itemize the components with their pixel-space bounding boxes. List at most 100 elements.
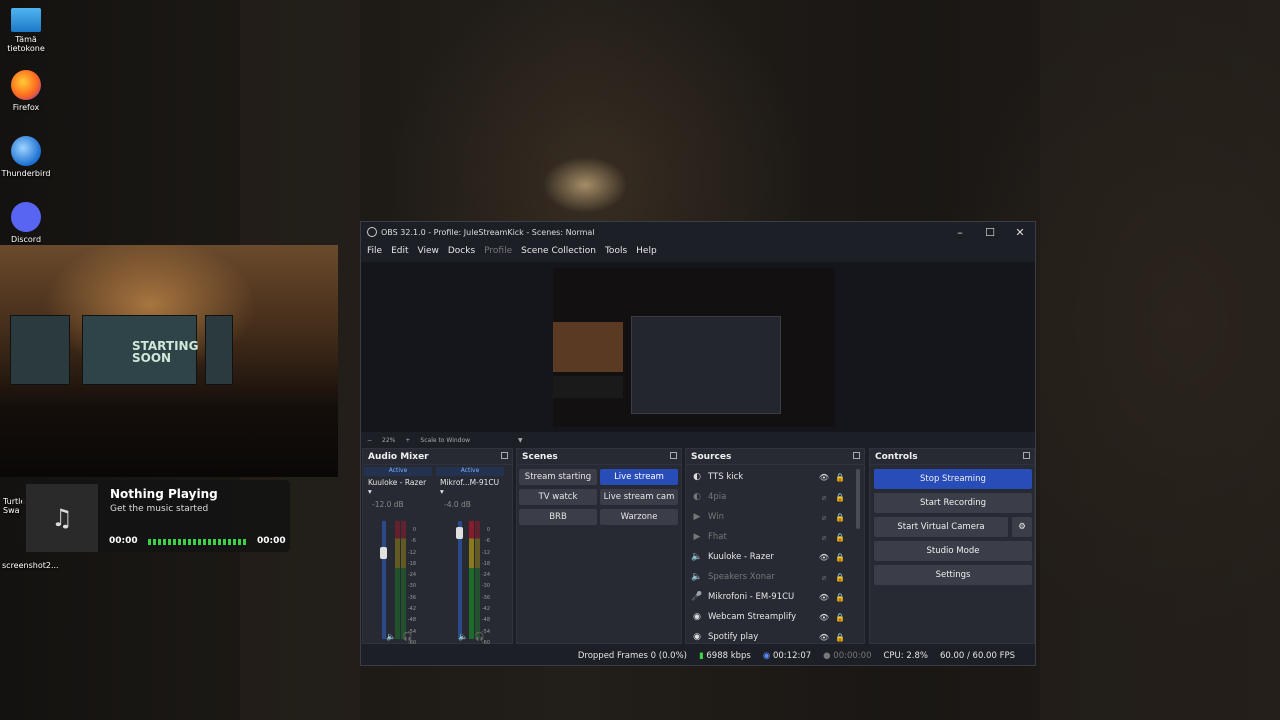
source-row[interactable]: ◐ 4pia ⌀ 🔒 bbox=[690, 487, 848, 507]
source-row[interactable]: ▶ Win ⌀ 🔒 bbox=[690, 507, 848, 527]
audio-mixer-dock: Audio Mixer Active Kuuloke - Razer ▾ -12… bbox=[362, 448, 513, 646]
eye-off-icon[interactable]: ⌀ bbox=[816, 513, 832, 522]
zoom-in-button[interactable]: + bbox=[405, 437, 410, 444]
source-name: Fhat bbox=[708, 532, 727, 542]
camera-icon: ◉ bbox=[693, 612, 701, 622]
firefox-icon bbox=[11, 70, 41, 100]
music-time-current: 00:00 bbox=[109, 536, 138, 546]
channel-name[interactable]: Mikrof...M-91CU ▾ bbox=[436, 478, 504, 496]
speaker-icon[interactable]: 🔈 bbox=[386, 632, 396, 641]
eye-icon[interactable]: 👁 bbox=[816, 593, 832, 602]
scene-stream-starting[interactable]: Stream starting bbox=[519, 469, 597, 485]
source-row[interactable]: ◐ TTS kick 👁 🔒 bbox=[690, 467, 848, 487]
menu-view[interactable]: View bbox=[418, 246, 439, 256]
close-button[interactable]: ✕ bbox=[1005, 226, 1035, 239]
scale-tick: -42 bbox=[407, 606, 416, 613]
undock-icon[interactable] bbox=[853, 452, 860, 459]
lock-icon[interactable]: 🔒 bbox=[832, 553, 848, 562]
eye-icon[interactable]: 👁 bbox=[816, 633, 832, 642]
headphones-icon[interactable]: 🎧 bbox=[403, 632, 413, 641]
mixer-channel-razer: Active Kuuloke - Razer ▾ -12.0 dB 0 -6 -12… bbox=[364, 467, 432, 646]
desktop-icon-discord[interactable]: Discord bbox=[0, 202, 52, 244]
lock-icon[interactable]: 🔒 bbox=[832, 513, 848, 522]
scale-tick: -12 bbox=[407, 549, 416, 556]
desktop-icon-firefox[interactable]: Firefox bbox=[0, 70, 52, 112]
unlock-icon[interactable]: 🔒 bbox=[832, 613, 848, 622]
discord-icon bbox=[11, 202, 41, 232]
source-row[interactable]: ▶ Fhat ⌀ 🔒 bbox=[690, 527, 848, 547]
music-time-total: 00:00 bbox=[257, 536, 286, 546]
sources-dock: Sources ◐ TTS kick 👁 🔒 ◐ 4pia ⌀ 🔒 ▶ Win ⌀ 🔒 ▶ Fhat ⌀ 🔒 🔈… bbox=[685, 448, 865, 644]
source-row[interactable]: 🔈 Speakers Xonar ⌀ 🔒 bbox=[690, 567, 848, 587]
scene-tv-watck[interactable]: TV watck bbox=[519, 489, 597, 505]
lock-icon[interactable]: 🔒 bbox=[832, 573, 848, 582]
minimize-button[interactable]: – bbox=[945, 226, 975, 239]
dock-title: Scenes bbox=[517, 449, 681, 465]
undock-icon[interactable] bbox=[1023, 452, 1030, 459]
studio-mode-button[interactable]: Studio Mode bbox=[874, 541, 1032, 561]
maximize-button[interactable]: ☐ bbox=[975, 226, 1005, 239]
dock-title: Audio Mixer bbox=[363, 449, 512, 465]
volume-knob[interactable] bbox=[456, 527, 463, 539]
lock-icon[interactable]: 🔒 bbox=[832, 593, 848, 602]
bitrate: ▮ 6988 kbps bbox=[698, 650, 751, 661]
eye-off-icon[interactable]: ⌀ bbox=[816, 573, 832, 582]
menu-scene-collection[interactable]: Scene Collection bbox=[521, 246, 596, 256]
source-row[interactable]: 🎤 Mikrofoni - EM-91CU 👁 🔒 bbox=[690, 587, 848, 607]
preview-webcam bbox=[553, 322, 623, 372]
meter-scale: 0 -6 -12 -18 -24 -30 -36 -42 -48 -54 -60 bbox=[478, 525, 490, 649]
start-virtual-camera-button[interactable]: Start Virtual Camera bbox=[874, 517, 1008, 537]
mic-icon: 🎤 bbox=[691, 592, 703, 602]
speaker-icon[interactable]: 🔈 bbox=[458, 632, 468, 641]
eye-icon[interactable]: 👁 bbox=[816, 613, 832, 622]
chevron-down-icon: ▾ bbox=[440, 487, 444, 496]
obs-logo-icon bbox=[367, 227, 377, 237]
settings-button[interactable]: Settings bbox=[874, 565, 1032, 585]
source-row[interactable]: ◉ Spotify play 👁 🔒 bbox=[690, 627, 848, 647]
desktop-icon-screenshot[interactable]: screenshot2... bbox=[0, 561, 59, 570]
menu-help[interactable]: Help bbox=[636, 246, 657, 256]
speaker-icon: 🔈 bbox=[691, 552, 703, 562]
source-row[interactable]: ◉ Webcam Streamplify 👁 🔒 bbox=[690, 607, 848, 627]
channel-db: -12.0 dB bbox=[372, 500, 404, 509]
volume-slider[interactable] bbox=[382, 521, 386, 639]
lock-icon[interactable]: 🔒 bbox=[832, 473, 848, 482]
menu-docks[interactable]: Docks bbox=[448, 246, 475, 256]
scale-mode-select[interactable]: Scale to Window ▼ bbox=[420, 437, 522, 444]
menu-profile[interactable]: Profile bbox=[484, 246, 512, 256]
zoom-out-button[interactable]: − bbox=[367, 437, 372, 444]
headphones-icon[interactable]: 🎧 bbox=[475, 632, 485, 641]
scrollbar[interactable] bbox=[856, 469, 860, 529]
volume-knob[interactable] bbox=[380, 547, 387, 559]
source-row[interactable]: 🔈 Kuuloke - Razer 👁 🔒 bbox=[690, 547, 848, 567]
unlock-icon[interactable]: 🔒 bbox=[832, 633, 848, 642]
undock-icon[interactable] bbox=[501, 452, 508, 459]
desktop-icon-thunderbird[interactable]: Thunderbird bbox=[0, 136, 52, 178]
menu-tools[interactable]: Tools bbox=[605, 246, 627, 256]
eye-off-icon[interactable]: ⌀ bbox=[816, 533, 832, 542]
eye-off-icon[interactable]: ⌀ bbox=[816, 493, 832, 502]
menu-file[interactable]: File bbox=[367, 246, 382, 256]
scene-warzone[interactable]: Warzone bbox=[600, 509, 678, 525]
preview-canvas bbox=[553, 268, 835, 427]
undock-icon[interactable] bbox=[670, 452, 677, 459]
desktop-icon-this-pc[interactable]: Tämä tietokone bbox=[0, 8, 52, 53]
eye-icon[interactable]: 👁 bbox=[816, 473, 832, 482]
stream-time: ◉ 00:12:07 bbox=[762, 650, 812, 661]
preview-area[interactable] bbox=[361, 262, 1035, 432]
speaker-icon: 🔈 bbox=[691, 572, 703, 582]
start-recording-button[interactable]: Start Recording bbox=[874, 493, 1032, 513]
gear-icon[interactable]: ⚙ bbox=[1012, 517, 1032, 537]
lock-icon[interactable]: 🔒 bbox=[832, 493, 848, 502]
channel-name[interactable]: Kuuloke - Razer ▾ bbox=[364, 478, 432, 496]
poster bbox=[10, 315, 70, 385]
lock-icon[interactable]: 🔒 bbox=[832, 533, 848, 542]
play-icon: ▶ bbox=[693, 512, 701, 522]
scene-live-stream[interactable]: Live stream bbox=[600, 469, 678, 485]
scene-live-stream-cam[interactable]: Live stream cam bbox=[600, 489, 678, 505]
status-bar: Dropped Frames 0 (0.0%) ▮ 6988 kbps ◉ 00… bbox=[361, 646, 1035, 665]
menu-edit[interactable]: Edit bbox=[391, 246, 408, 256]
eye-icon[interactable]: 👁 bbox=[816, 553, 832, 562]
stop-streaming-button[interactable]: Stop Streaming bbox=[874, 469, 1032, 489]
scene-brb[interactable]: BRB bbox=[519, 509, 597, 525]
